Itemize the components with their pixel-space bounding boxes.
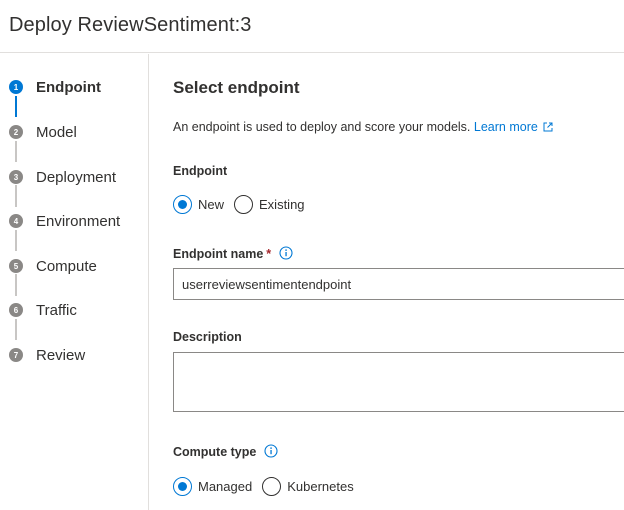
intro-text: An endpoint is used to deploy and score … xyxy=(173,120,553,134)
step-number-badge: 3 xyxy=(9,170,23,184)
endpoint-name-value: userreviewsentimentendpoint xyxy=(182,277,352,292)
step-connector xyxy=(15,141,17,162)
endpoint-type-label: Endpoint xyxy=(173,164,228,178)
endpoint-name-label: Endpoint name * xyxy=(173,246,293,261)
radio-button[interactable] xyxy=(234,195,254,214)
radio-button-selected[interactable] xyxy=(173,477,192,496)
step-model[interactable]: 2 Model xyxy=(9,120,77,144)
radio-label: Kubernetes xyxy=(287,479,354,494)
step-connector xyxy=(15,230,17,251)
radio-label: Existing xyxy=(259,197,305,212)
step-number-badge: 2 xyxy=(9,125,23,139)
step-number-badge: 7 xyxy=(9,348,23,362)
step-number-badge: 6 xyxy=(9,303,23,317)
step-traffic[interactable]: 6 Traffic xyxy=(9,298,77,322)
learn-more-label: Learn more xyxy=(473,120,538,134)
radio-label: New xyxy=(198,197,225,212)
radio-new[interactable]: New xyxy=(173,195,224,214)
step-connector xyxy=(15,319,17,340)
step-label: Compute xyxy=(36,257,97,275)
step-compute[interactable]: 5 Compute xyxy=(9,254,97,278)
step-label: Review xyxy=(36,346,86,364)
step-review[interactable]: 7 Review xyxy=(9,343,85,367)
compute-type-label-text: Compute type xyxy=(173,445,257,459)
step-label: Environment xyxy=(36,212,121,230)
compute-type-label: Compute type xyxy=(173,444,278,459)
radio-kubernetes[interactable]: Kubernetes xyxy=(262,477,354,496)
page-header: Deploy ReviewSentiment:3 xyxy=(0,0,624,53)
info-icon[interactable] xyxy=(279,246,293,260)
compute-type-radio-group: Managed Kubernetes xyxy=(173,477,364,496)
step-connector-active xyxy=(15,96,17,117)
learn-more-link[interactable]: Learn more xyxy=(474,120,553,134)
radio-managed[interactable]: Managed xyxy=(173,477,252,496)
radio-button-selected[interactable] xyxy=(173,195,192,214)
endpoint-name-label-text: Endpoint name xyxy=(173,247,264,261)
step-label: Deployment xyxy=(36,168,117,186)
page-title: Deploy ReviewSentiment:3 xyxy=(9,14,252,36)
required-marker: * xyxy=(266,247,272,261)
external-link-icon xyxy=(543,122,553,132)
step-number-badge: 4 xyxy=(9,214,23,228)
description-label: Description xyxy=(173,330,242,344)
step-label: Model xyxy=(36,123,77,141)
endpoint-type-radio-group: New Existing xyxy=(173,195,315,214)
radio-label: Managed xyxy=(198,479,253,494)
step-endpoint[interactable]: 1 Endpoint xyxy=(9,75,101,99)
info-icon[interactable] xyxy=(264,444,278,458)
section-heading: Select endpoint xyxy=(173,78,300,97)
step-number-badge: 1 xyxy=(9,80,23,94)
step-label: Traffic xyxy=(36,301,77,319)
radio-existing[interactable]: Existing xyxy=(234,195,305,214)
wizard-steps: 1 Endpoint 2 Model 3 Deployment 4 Enviro… xyxy=(0,54,149,510)
endpoint-name-input[interactable]: userreviewsentimentendpoint xyxy=(173,268,624,300)
step-number-badge: 5 xyxy=(9,259,23,273)
step-label: Endpoint xyxy=(36,78,101,96)
intro-description: An endpoint is used to deploy and score … xyxy=(173,120,471,134)
step-deployment[interactable]: 3 Deployment xyxy=(9,165,116,189)
description-textarea[interactable] xyxy=(173,352,624,412)
radio-button[interactable] xyxy=(262,477,282,496)
step-environment[interactable]: 4 Environment xyxy=(9,209,120,233)
